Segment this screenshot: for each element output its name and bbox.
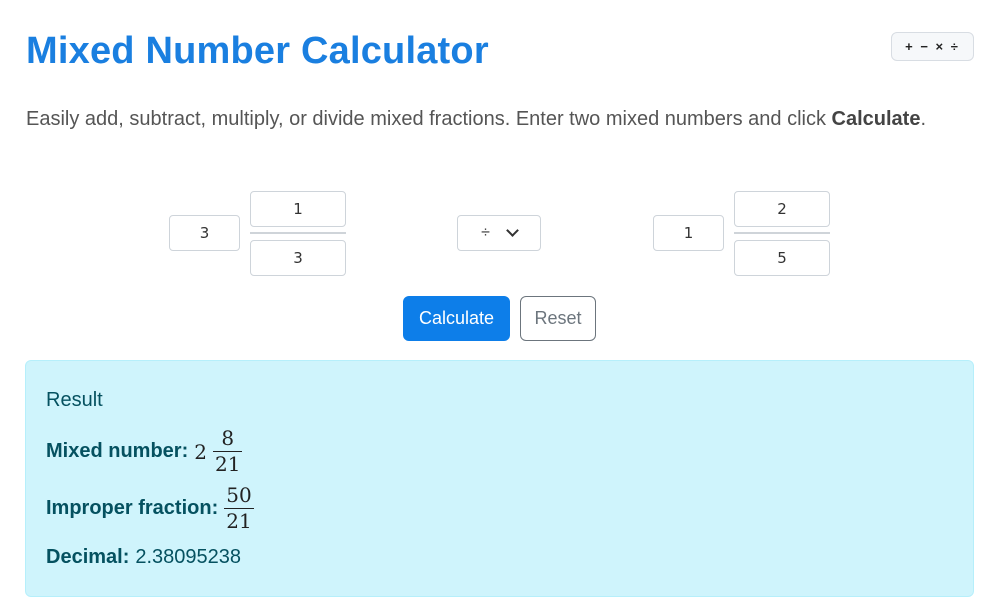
decimal-row: Decimal: 2.38095238 (46, 546, 241, 569)
operator-select[interactable]: ÷ (457, 215, 541, 251)
first-denominator-input[interactable]: 3 (250, 240, 346, 276)
description-bold: Calculate (831, 108, 921, 130)
reset-button[interactable]: Reset (520, 296, 596, 341)
operators-badge: + − × ÷ (891, 32, 974, 61)
improper-fraction-row: Improper fraction: 50 21 (46, 483, 254, 534)
result-title: Result (46, 389, 103, 411)
page-title: Mixed Number Calculator (26, 30, 489, 72)
decimal-value: 2.38095238 (135, 546, 242, 568)
description: Easily add, subtract, multiply, or divid… (26, 100, 926, 139)
operator-value: ÷ (481, 224, 490, 241)
description-end: . (920, 108, 927, 130)
second-numerator-input[interactable]: 2 (734, 191, 830, 227)
chevron-down-icon (506, 224, 519, 237)
mixed-numerator: 8 (221, 426, 235, 450)
second-denominator-input[interactable]: 5 (734, 240, 830, 276)
first-whole-input[interactable]: 3 (169, 215, 240, 251)
second-whole-input[interactable]: 1 (653, 215, 724, 251)
improper-denominator: 21 (226, 509, 252, 533)
mixed-denominator: 21 (214, 452, 241, 476)
first-fraction-bar (250, 232, 346, 234)
second-fraction-bar (734, 232, 830, 234)
description-text: Easily add, subtract, multiply, or divid… (26, 108, 832, 130)
mixed-whole-value: 2 (194, 439, 207, 464)
mixed-number-label: Mixed number: (46, 440, 189, 462)
result-panel: Result Mixed number: 2 8 21 Improper fra… (25, 360, 974, 597)
improper-fraction: 50 21 (224, 483, 254, 534)
decimal-label: Decimal: (46, 546, 130, 568)
calculate-button[interactable]: Calculate (403, 296, 510, 341)
mixed-fraction: 8 21 (212, 426, 243, 477)
improper-numerator: 50 (226, 483, 252, 507)
improper-fraction-label: Improper fraction: (46, 497, 219, 519)
first-numerator-input[interactable]: 1 (250, 191, 346, 227)
mixed-number-row: Mixed number: 2 8 21 (46, 426, 243, 477)
